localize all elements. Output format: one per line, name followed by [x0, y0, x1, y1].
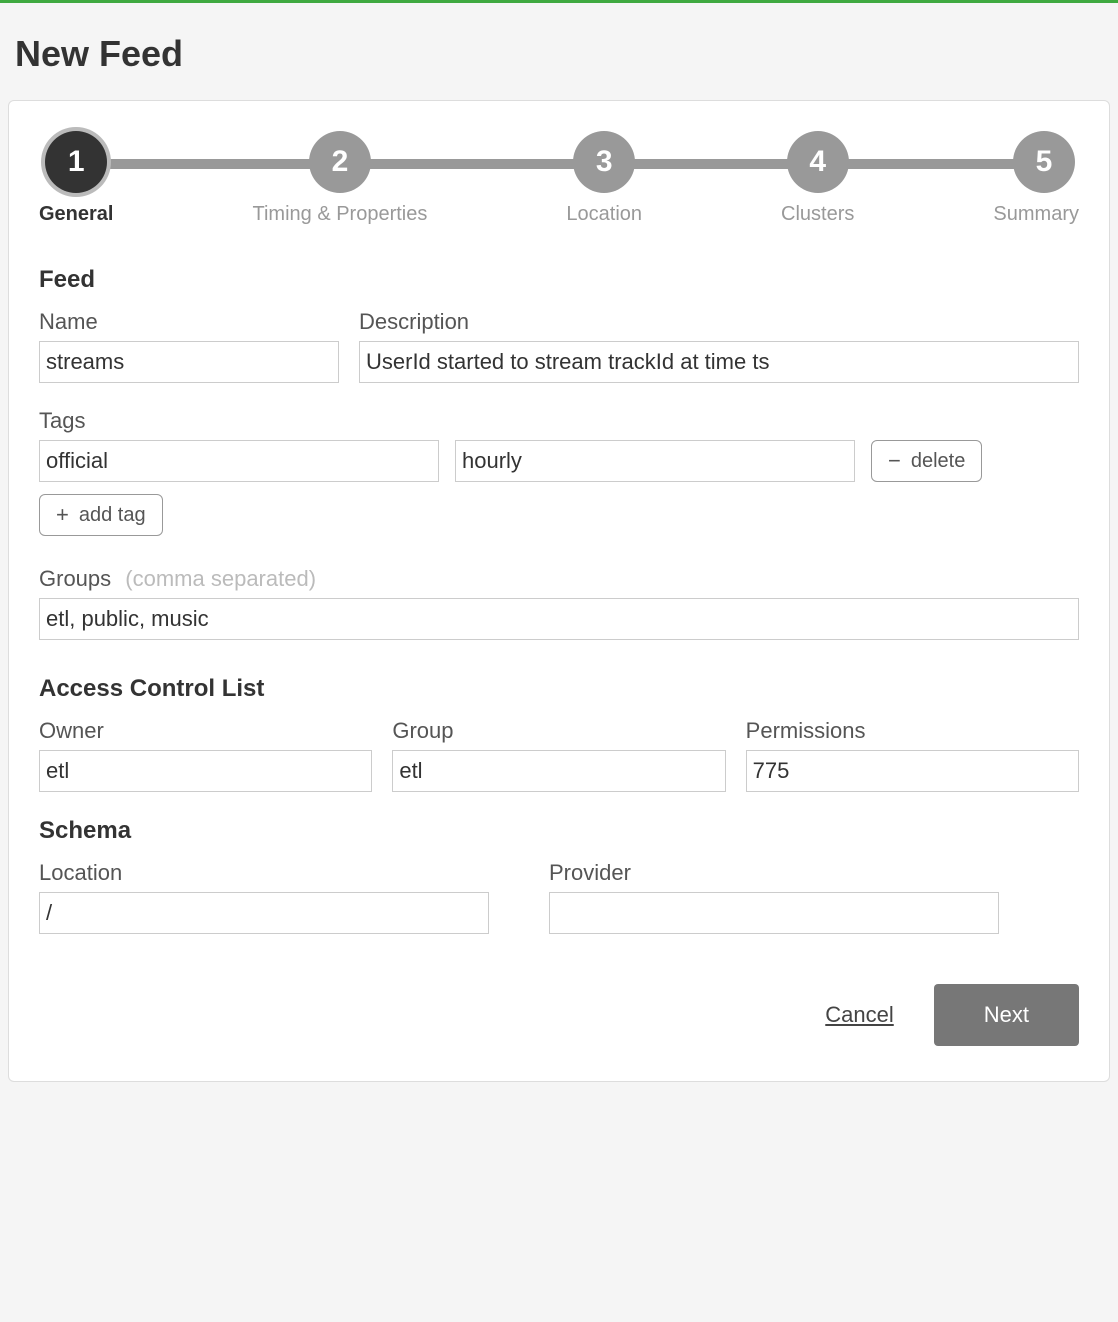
groups-hint: (comma separated)	[125, 566, 316, 591]
description-input[interactable]	[359, 341, 1079, 383]
groups-input[interactable]	[39, 598, 1079, 640]
schema-provider-label: Provider	[549, 860, 999, 886]
step-circle: 4	[787, 131, 849, 193]
group-label: Group	[392, 718, 725, 744]
section-feed-title: Feed	[39, 266, 1079, 294]
page-title: New Feed	[15, 33, 1103, 75]
step-circle: 1	[45, 131, 107, 193]
step-general[interactable]: 1 General	[39, 131, 113, 226]
page-header: New Feed	[0, 3, 1118, 100]
owner-label: Owner	[39, 718, 372, 744]
delete-tag-button[interactable]: − delete	[871, 440, 982, 482]
tag-input-1[interactable]	[455, 440, 855, 482]
section-acl-title: Access Control List	[39, 675, 1079, 703]
name-label: Name	[39, 309, 339, 335]
groups-label: Groups	[39, 566, 111, 591]
schema-provider-input[interactable]	[549, 892, 999, 934]
step-label: General	[39, 203, 113, 226]
permissions-input[interactable]	[746, 750, 1079, 792]
step-circle: 2	[309, 131, 371, 193]
description-label: Description	[359, 309, 1079, 335]
add-tag-button[interactable]: + add tag	[39, 494, 163, 536]
permissions-label: Permissions	[746, 718, 1079, 744]
schema-location-label: Location	[39, 860, 489, 886]
name-input[interactable]	[39, 341, 339, 383]
add-tag-label: add tag	[79, 504, 146, 527]
tag-input-0[interactable]	[39, 440, 439, 482]
plus-icon: +	[56, 504, 69, 526]
step-label: Clusters	[781, 203, 854, 226]
step-circle: 5	[1013, 131, 1075, 193]
wizard-stepper: 1 General 2 Timing & Properties 3 Locati…	[39, 131, 1079, 226]
group-input[interactable]	[392, 750, 725, 792]
stepper-line	[69, 159, 1049, 169]
step-label: Summary	[993, 203, 1079, 226]
section-schema-title: Schema	[39, 817, 1079, 845]
step-circle: 3	[573, 131, 635, 193]
step-clusters[interactable]: 4 Clusters	[781, 131, 854, 226]
cancel-button[interactable]: Cancel	[825, 1002, 893, 1028]
step-summary[interactable]: 5 Summary	[993, 131, 1079, 226]
minus-icon: −	[888, 450, 901, 472]
groups-label-line: Groups (comma separated)	[39, 566, 1079, 592]
step-location[interactable]: 3 Location	[566, 131, 642, 226]
next-button[interactable]: Next	[934, 984, 1079, 1046]
step-label: Location	[566, 203, 642, 226]
schema-location-input[interactable]	[39, 892, 489, 934]
wizard-card: 1 General 2 Timing & Properties 3 Locati…	[8, 100, 1110, 1082]
owner-input[interactable]	[39, 750, 372, 792]
delete-tag-label: delete	[911, 450, 966, 473]
step-label: Timing & Properties	[253, 203, 428, 226]
step-timing-properties[interactable]: 2 Timing & Properties	[253, 131, 428, 226]
tags-label: Tags	[39, 408, 1079, 434]
